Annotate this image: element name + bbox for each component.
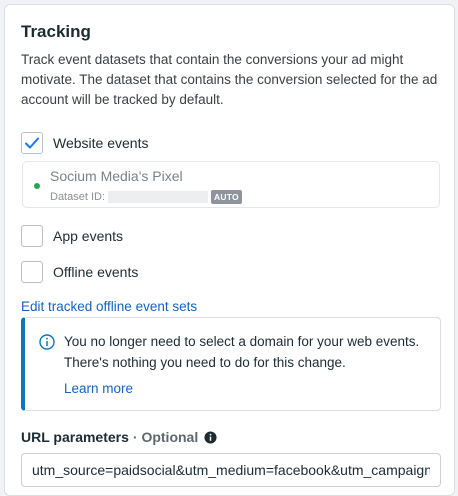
dataset-id-row: Dataset ID: AUTO — [50, 190, 242, 204]
tracking-panel: Tracking Track event datasets that conta… — [4, 4, 455, 496]
dataset-id-value — [108, 191, 209, 203]
info-icon — [39, 334, 55, 350]
url-parameters-header: URL parameters · Optional — [21, 429, 217, 445]
checkmark-icon — [25, 137, 39, 149]
url-parameters-label: URL parameters — [21, 429, 129, 445]
status-dot — [34, 183, 40, 189]
pixel-name: Socium Media's Pixel — [50, 168, 183, 184]
learn-more-link[interactable]: Learn more — [64, 381, 133, 396]
offline-events-option[interactable]: Offline events — [21, 260, 138, 284]
app-events-option[interactable]: App events — [21, 224, 123, 248]
app-events-label: App events — [53, 228, 124, 244]
section-description: Track event datasets that contain the co… — [21, 52, 438, 107]
website-events-checkbox[interactable] — [21, 132, 43, 154]
dataset-card: Socium Media's Pixel Dataset ID: AUTO — [22, 161, 440, 208]
website-events-label: Website events — [53, 135, 149, 151]
auto-badge: AUTO — [211, 190, 242, 204]
info-filled-icon[interactable] — [204, 430, 217, 444]
website-events-option[interactable]: Website events — [21, 131, 148, 155]
dataset-id-label: Dataset ID: — [50, 191, 106, 203]
optional-label: · Optional — [132, 429, 199, 445]
offline-events-checkbox[interactable] — [21, 261, 43, 283]
app-events-checkbox[interactable] — [21, 225, 43, 247]
edit-offline-event-sets-link[interactable]: Edit tracked offline event sets — [21, 299, 197, 314]
info-notice: You no longer need to select a domain fo… — [21, 317, 441, 411]
url-parameters-input[interactable] — [21, 453, 441, 487]
info-message: You no longer need to select a domain fo… — [64, 334, 420, 370]
section-title: Tracking — [21, 22, 91, 41]
offline-events-label: Offline events — [53, 264, 139, 280]
